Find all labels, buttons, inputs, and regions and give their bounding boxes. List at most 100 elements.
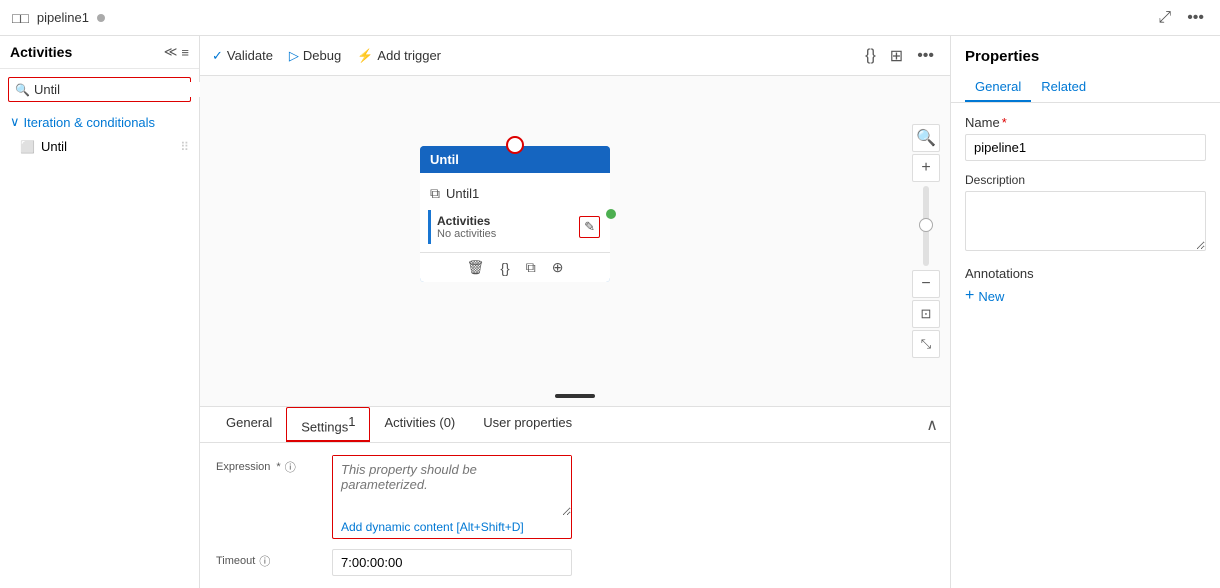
expression-box[interactable]: Add dynamic content [Alt+Shift+D] bbox=[332, 455, 572, 539]
dynamic-content-link[interactable]: Add dynamic content [Alt+Shift+D] bbox=[333, 516, 571, 538]
bottom-content: Expression* ⓘ Add dynamic content [Alt+S… bbox=[200, 443, 950, 588]
activities-text-group: Activities No activities bbox=[437, 214, 496, 240]
expand-canvas-button[interactable]: ⤡ bbox=[912, 330, 940, 358]
activity-right-connector bbox=[606, 209, 616, 219]
expression-info-icon: ⓘ bbox=[285, 459, 296, 475]
activity-name-row: ⧉ Until1 bbox=[428, 181, 602, 206]
sidebar-menu-icon[interactable]: ≡ bbox=[181, 44, 189, 60]
top-bar-right: ⤢ ••• bbox=[1154, 7, 1208, 29]
until-header-label: Until bbox=[430, 152, 459, 167]
until-block-footer: 🗑 {} ⧉ ⊕ bbox=[420, 252, 610, 282]
properties-title: Properties bbox=[951, 36, 1220, 73]
tab-user-properties[interactable]: User properties bbox=[469, 407, 586, 442]
validate-button[interactable]: ✓ Validate bbox=[212, 48, 273, 64]
sidebar: Activities ≪ ≡ 🔍 ∨ Iteration & condition… bbox=[0, 36, 200, 588]
top-bar: □□ pipeline1 ⤢ ••• bbox=[0, 0, 1220, 36]
activity-type-icon: ⬜ bbox=[20, 140, 35, 154]
debug-label: Debug bbox=[303, 48, 341, 63]
bottom-tabs-left: General Settings1 Activities (0) User pr… bbox=[212, 407, 586, 442]
code-view-icon[interactable]: {} bbox=[861, 44, 880, 68]
zoom-thumb[interactable] bbox=[919, 218, 933, 232]
fit-to-frame-button[interactable]: ⊡ bbox=[912, 300, 940, 328]
annotations-section: Annotations + New bbox=[965, 266, 1206, 305]
activity-search-box[interactable]: 🔍 bbox=[8, 77, 191, 102]
expand-icon[interactable]: ⤢ bbox=[1154, 7, 1175, 29]
collapse-bottom-panel-button[interactable]: ∧ bbox=[926, 415, 938, 435]
more-canvas-options-icon[interactable]: ••• bbox=[913, 44, 938, 68]
debug-icon: ▷ bbox=[289, 48, 299, 64]
timeout-label: Timeout ⓘ bbox=[216, 553, 316, 569]
timeout-row: Timeout ⓘ bbox=[216, 549, 934, 576]
activities-inner-sub: No activities bbox=[437, 228, 496, 240]
toolbar-left: ✓ Validate ▷ Debug ⚡ Add trigger bbox=[212, 48, 441, 64]
sidebar-controls: ≪ ≡ bbox=[164, 44, 189, 60]
new-annotation-button[interactable]: + New bbox=[965, 287, 1004, 305]
right-panel: Properties General Related Name* Descrip… bbox=[950, 36, 1220, 588]
clone-icon[interactable]: ⧉ bbox=[526, 259, 536, 276]
validate-icon: ✓ bbox=[212, 48, 223, 64]
right-panel-tabs: General Related bbox=[951, 73, 1220, 103]
until-activity-block[interactable]: Until ⧉ Until1 Activities No activities … bbox=[420, 146, 610, 282]
tab-settings[interactable]: Settings1 bbox=[286, 407, 370, 442]
right-panel-body: Name* Description Annotations + New bbox=[951, 103, 1220, 588]
description-field-textarea[interactable] bbox=[965, 191, 1206, 251]
expression-label: Expression* ⓘ bbox=[216, 459, 316, 475]
activity-top-connector bbox=[506, 136, 524, 154]
plus-icon: + bbox=[965, 287, 974, 305]
description-field-label: Description bbox=[965, 173, 1206, 187]
bottom-panel: General Settings1 Activities (0) User pr… bbox=[200, 406, 950, 588]
code-block-icon[interactable]: {} bbox=[500, 260, 509, 276]
add-trigger-button[interactable]: ⚡ Add trigger bbox=[357, 48, 441, 64]
right-tab-general[interactable]: General bbox=[965, 73, 1031, 102]
delete-icon[interactable]: 🗑 bbox=[467, 259, 485, 276]
top-bar-left: □□ pipeline1 bbox=[12, 10, 105, 26]
trigger-icon: ⚡ bbox=[357, 48, 373, 64]
sidebar-title: Activities bbox=[10, 44, 72, 60]
add-successor-icon[interactable]: ⊕ bbox=[552, 259, 564, 276]
pipeline-canvas[interactable]: Until ⧉ Until1 Activities No activities … bbox=[200, 76, 950, 406]
chevron-down-icon: ∨ bbox=[10, 114, 20, 130]
toolbar-right: {} ⊞ ••• bbox=[861, 44, 938, 68]
timeout-input[interactable] bbox=[332, 549, 572, 576]
activities-inner-section: Activities No activities ✎ bbox=[428, 210, 602, 244]
search-input[interactable] bbox=[34, 82, 210, 97]
canvas-area: ✓ Validate ▷ Debug ⚡ Add trigger {} ⊞ ••… bbox=[200, 36, 950, 588]
expression-textarea[interactable] bbox=[333, 456, 571, 516]
search-zoom-icon[interactable]: 🔍 bbox=[912, 124, 940, 152]
right-tab-related[interactable]: Related bbox=[1031, 73, 1096, 102]
activity-item-label: Until bbox=[41, 139, 67, 154]
zoom-in-button[interactable]: + bbox=[912, 154, 940, 182]
expression-row: Expression* ⓘ Add dynamic content [Alt+S… bbox=[216, 455, 934, 539]
until-block-body: ⧉ Until1 Activities No activities ✎ bbox=[420, 173, 610, 252]
pencil-icon: ✎ bbox=[584, 219, 595, 234]
activities-inner-label: Activities bbox=[437, 214, 496, 228]
timeout-info-icon: ⓘ bbox=[259, 553, 270, 569]
name-field-group: Name* bbox=[965, 115, 1206, 161]
name-field-input[interactable] bbox=[965, 134, 1206, 161]
zoom-slider[interactable] bbox=[923, 186, 929, 266]
tab-general[interactable]: General bbox=[212, 407, 286, 442]
validate-label: Validate bbox=[227, 48, 273, 63]
collapse-left-icon[interactable]: ≪ bbox=[164, 44, 178, 60]
drag-handle-icon: ⠿ bbox=[180, 140, 189, 154]
debug-button[interactable]: ▷ Debug bbox=[289, 48, 341, 64]
new-annotation-label: New bbox=[978, 289, 1004, 304]
canvas-toolbar: ✓ Validate ▷ Debug ⚡ Add trigger {} ⊞ ••… bbox=[200, 36, 950, 76]
tab-activities[interactable]: Activities (0) bbox=[370, 407, 469, 442]
activity-copy-icon: ⧉ bbox=[430, 185, 440, 202]
edit-activities-button[interactable]: ✎ bbox=[579, 216, 600, 238]
zoom-controls: 🔍 + − ⊡ ⤡ bbox=[912, 124, 940, 358]
main-content: Activities ≪ ≡ 🔍 ∨ Iteration & condition… bbox=[0, 36, 1220, 588]
until-activity-item[interactable]: ⬜ Until ⠿ bbox=[0, 134, 199, 159]
pipeline-icon: □□ bbox=[12, 10, 29, 26]
sidebar-header: Activities ≪ ≡ bbox=[0, 36, 199, 69]
more-options-icon[interactable]: ••• bbox=[1183, 7, 1208, 29]
annotations-label: Annotations bbox=[965, 266, 1206, 281]
iteration-conditionals-category[interactable]: ∨ Iteration & conditionals bbox=[0, 110, 199, 134]
modified-dot bbox=[97, 14, 105, 22]
table-view-icon[interactable]: ⊞ bbox=[886, 44, 907, 68]
zoom-out-button[interactable]: − bbox=[912, 270, 940, 298]
pipeline-title: pipeline1 bbox=[37, 10, 89, 25]
scroll-indicator bbox=[555, 394, 595, 398]
activity-instance-name: Until1 bbox=[446, 186, 479, 201]
